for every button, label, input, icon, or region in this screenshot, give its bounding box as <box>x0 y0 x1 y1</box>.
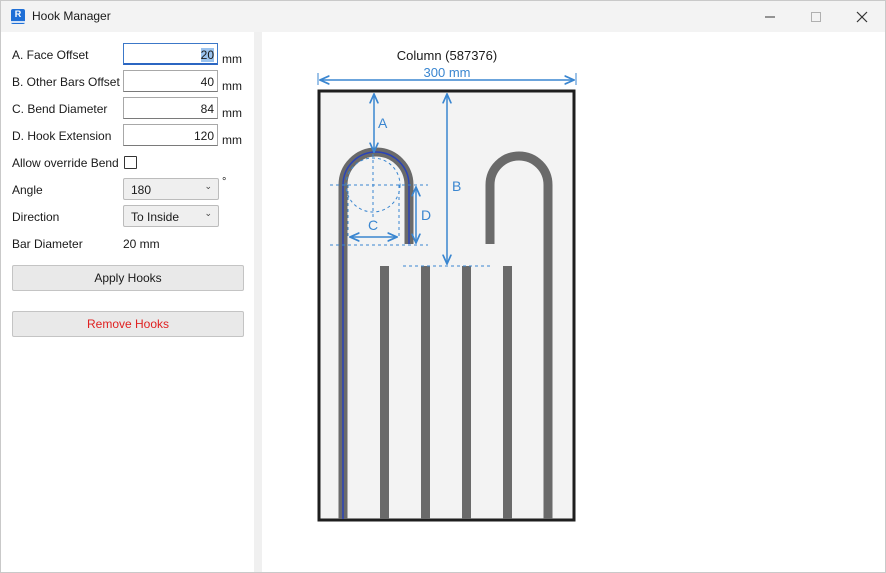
column-title: Column (587376) <box>397 48 497 63</box>
bar-diameter-label: Bar Diameter <box>12 237 83 251</box>
close-button[interactable] <box>839 1 885 32</box>
close-icon <box>856 11 868 23</box>
column-hook-diagram: Column (587376) 300 mm A B C D <box>317 48 577 522</box>
diagram-panel: Column (587376) 300 mm A B C D <box>262 32 885 572</box>
minimize-icon <box>765 16 775 18</box>
dimension-c-label: C <box>368 217 378 233</box>
allow-override-label: Allow override Bend <box>12 156 119 170</box>
face-offset-input[interactable]: 20 <box>123 43 218 65</box>
other-bars-offset-input[interactable]: 40 <box>123 70 218 92</box>
other-bars-offset-label: B. Other Bars Offset <box>12 75 120 89</box>
dimension-d-label: D <box>421 207 431 223</box>
hook-extension-unit: mm <box>222 133 242 147</box>
bar-diameter-value: 20 mm <box>123 237 160 251</box>
panel-splitter[interactable] <box>254 32 262 572</box>
settings-panel: A. Face Offset 20 mm B. Other Bars Offse… <box>1 32 254 572</box>
direction-label: Direction <box>12 210 60 224</box>
vertical-bar <box>421 266 430 519</box>
other-bars-offset-unit: mm <box>222 79 242 93</box>
window-title: Hook Manager <box>32 9 111 23</box>
width-label: 300 mm <box>424 65 471 80</box>
direction-selected-value: To Inside <box>131 210 180 224</box>
dimension-b-label: B <box>452 178 461 194</box>
maximize-icon <box>811 12 821 23</box>
angle-label: Angle <box>12 183 43 197</box>
bend-diameter-label: C. Bend Diameter <box>12 102 108 116</box>
angle-unit: ° <box>222 176 227 188</box>
bend-diameter-input[interactable]: 84 <box>123 97 218 119</box>
remove-hooks-button[interactable]: Remove Hooks <box>12 311 244 337</box>
allow-override-checkbox[interactable] <box>124 156 137 169</box>
angle-select[interactable]: 180 ⌄ <box>123 178 219 200</box>
direction-select[interactable]: To Inside ⌄ <box>123 205 219 227</box>
minimize-button[interactable] <box>747 1 793 32</box>
apply-hooks-button[interactable]: Apply Hooks <box>12 265 244 291</box>
chevron-down-icon: ⌄ <box>204 208 212 218</box>
title-bar: R Hook Manager <box>1 1 885 32</box>
vertical-bar <box>503 266 512 519</box>
hook-extension-input[interactable]: 120 <box>123 124 218 146</box>
bend-diameter-unit: mm <box>222 106 242 120</box>
face-offset-label: A. Face Offset <box>12 48 89 62</box>
revit-app-icon: R <box>11 9 25 24</box>
vertical-bar <box>380 266 389 519</box>
dimension-a-label: A <box>378 115 388 131</box>
vertical-bar <box>462 266 471 519</box>
hook-extension-label: D. Hook Extension <box>12 129 112 143</box>
hook-manager-window: R Hook Manager A. Face Offset 20 mm B. O… <box>0 0 886 573</box>
face-offset-unit: mm <box>222 52 242 66</box>
angle-selected-value: 180 <box>131 183 152 197</box>
chevron-down-icon: ⌄ <box>204 181 212 191</box>
maximize-button[interactable] <box>793 1 839 32</box>
